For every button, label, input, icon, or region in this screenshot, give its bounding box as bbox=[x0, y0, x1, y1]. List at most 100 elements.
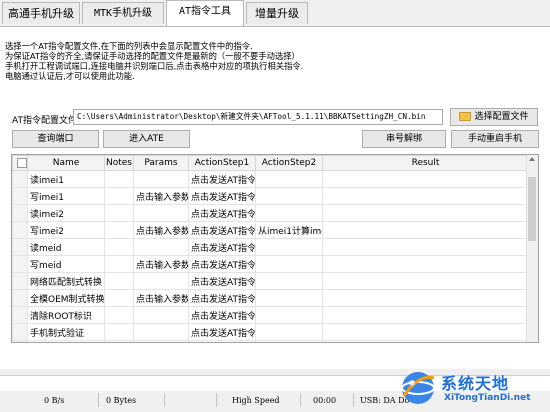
checkbox-icon bbox=[16, 157, 27, 168]
cell-step2[interactable] bbox=[255, 238, 323, 256]
row-checkbox[interactable] bbox=[12, 170, 28, 188]
select-config-label: 选择配置文件 bbox=[474, 112, 529, 122]
tab-incremental-upgrade[interactable]: 增量升级 bbox=[246, 2, 308, 24]
table-scrollbar[interactable] bbox=[526, 155, 538, 342]
cell-result bbox=[322, 323, 529, 341]
cell-step1[interactable]: 点击发送AT指令 bbox=[188, 204, 256, 222]
cell-step1[interactable]: 点击发送AT指令 bbox=[188, 323, 256, 341]
cell-name: 读meid bbox=[27, 238, 105, 256]
column-header-result[interactable]: Result bbox=[322, 155, 529, 171]
cell-step2[interactable]: 从imei1计算imei2 bbox=[255, 221, 323, 239]
table-row[interactable]: 写imei2 点击输入参数点击发送AT指令从imei1计算imei2 bbox=[12, 221, 529, 239]
instruction-line: 手机打开工程调试端口,连接电脑并识别端口后,点击表格中对应的项执行相关指令. bbox=[5, 61, 304, 71]
cell-params[interactable] bbox=[133, 306, 189, 324]
cell-step1[interactable]: 点击发送AT指令 bbox=[188, 289, 256, 307]
select-config-button[interactable]: 选择配置文件 bbox=[450, 108, 538, 126]
tab-mtk-upgrade[interactable]: MTK手机升级 bbox=[82, 2, 164, 24]
cell-result bbox=[322, 272, 529, 290]
transfer-bytes: 0 Bytes bbox=[106, 396, 137, 405]
table-row[interactable]: 读imei2 点击发送AT指令 bbox=[12, 204, 529, 222]
cell-name: 读imei2 bbox=[27, 204, 105, 222]
enter-ate-button[interactable]: 进入ATE bbox=[103, 130, 190, 148]
cell-step2[interactable] bbox=[255, 255, 323, 273]
cell-step1[interactable]: 点击发送AT指令 bbox=[188, 306, 256, 324]
select-all-checkbox[interactable] bbox=[12, 155, 28, 171]
table-row[interactable]: 电信转联通 点击发送AT指令 bbox=[12, 340, 529, 342]
column-header-notes[interactable]: Notes bbox=[104, 155, 134, 171]
cell-step2[interactable] bbox=[255, 289, 323, 307]
row-checkbox[interactable] bbox=[12, 306, 28, 324]
cell-name: 读imei1 bbox=[27, 170, 105, 188]
tab-at-command-tool[interactable]: AT指令工具 bbox=[166, 0, 244, 26]
cell-step1[interactable]: 点击发送AT指令 bbox=[188, 187, 256, 205]
table-row[interactable]: 写imei1 点击输入参数 点击发送AT指令 bbox=[12, 187, 529, 205]
cell-name: 写imei1 bbox=[27, 187, 105, 205]
cell-step2[interactable] bbox=[255, 204, 323, 222]
cell-step1[interactable]: 点击发送AT指令 bbox=[188, 221, 256, 239]
table-row[interactable]: 读meid 点击发送AT指令 bbox=[12, 238, 529, 256]
cell-params[interactable] bbox=[133, 340, 189, 342]
cell-step2[interactable] bbox=[255, 340, 323, 342]
cell-step1[interactable]: 点击发送AT指令 bbox=[188, 255, 256, 273]
status-divider bbox=[98, 393, 99, 407]
table-row[interactable]: 网络匹配制式转换 点击发送AT指令 bbox=[12, 272, 529, 290]
query-port-button[interactable]: 查询端口 bbox=[12, 130, 99, 148]
cell-result bbox=[322, 238, 529, 256]
table-row[interactable]: 写meid 点击输入参数 点击发送AT指令 bbox=[12, 255, 529, 273]
scroll-up-icon[interactable] bbox=[529, 157, 535, 161]
instruction-line: 选择一个AT指令配置文件,在下面的列表中会显示配置文件中的指令. bbox=[5, 41, 253, 51]
cell-step2[interactable] bbox=[255, 272, 323, 290]
serial-unlock-button[interactable]: 串号解绑 bbox=[362, 130, 446, 148]
row-checkbox[interactable] bbox=[12, 289, 28, 307]
row-checkbox[interactable] bbox=[12, 238, 28, 256]
table-row[interactable]: 全模OEM制式转换 点击输入参数 点击发送AT指令 bbox=[12, 289, 529, 307]
cell-params[interactable] bbox=[133, 238, 189, 256]
manual-reboot-button[interactable]: 手动重启手机 bbox=[451, 130, 539, 148]
cell-notes bbox=[104, 323, 134, 341]
globe-logo-icon bbox=[401, 372, 435, 404]
cell-step2[interactable] bbox=[255, 187, 323, 205]
column-header-name[interactable]: Name bbox=[27, 155, 105, 171]
cell-params[interactable] bbox=[133, 323, 189, 341]
column-header-params[interactable]: Params bbox=[133, 155, 189, 171]
column-header-step1[interactable]: ActionStep1 bbox=[188, 155, 256, 171]
cell-params[interactable] bbox=[133, 204, 189, 222]
cell-name: 清除ROOT标识 bbox=[27, 306, 105, 324]
config-path-field[interactable]: C:\Users\Administrator\Desktop\新建文件夹\AFT… bbox=[73, 109, 443, 125]
cell-name: 手机制式验证 bbox=[27, 323, 105, 341]
cell-notes bbox=[104, 272, 134, 290]
cell-step1[interactable]: 点击发送AT指令 bbox=[188, 340, 256, 342]
cell-result bbox=[322, 340, 529, 342]
row-checkbox[interactable] bbox=[12, 272, 28, 290]
cell-params[interactable]: 点击输入参数 bbox=[133, 289, 189, 307]
row-checkbox[interactable] bbox=[12, 323, 28, 341]
cell-params[interactable]: 点击输入参数 bbox=[133, 255, 189, 273]
row-checkbox[interactable] bbox=[12, 221, 28, 239]
watermark-url: XiTongTianDi.net bbox=[444, 393, 531, 403]
cell-params[interactable] bbox=[133, 170, 189, 188]
scrollbar-thumb[interactable] bbox=[528, 177, 536, 241]
row-checkbox[interactable] bbox=[12, 255, 28, 273]
cell-step2[interactable] bbox=[255, 323, 323, 341]
cell-params[interactable] bbox=[133, 272, 189, 290]
row-checkbox[interactable] bbox=[12, 204, 28, 222]
cell-step1[interactable]: 点击发送AT指令 bbox=[188, 238, 256, 256]
cell-step1[interactable]: 点击发送AT指令 bbox=[188, 272, 256, 290]
instructions: 选择一个AT指令配置文件,在下面的列表中会显示配置文件中的指令. 为保证AT指令… bbox=[5, 41, 405, 81]
cell-step1[interactable]: 点击发送AT指令 bbox=[188, 170, 256, 188]
cell-step2[interactable] bbox=[255, 170, 323, 188]
row-checkbox[interactable] bbox=[12, 340, 28, 342]
cell-result bbox=[322, 221, 529, 239]
cell-step2[interactable] bbox=[255, 306, 323, 324]
tab-bar: 高通手机升级 MTK手机升级 AT指令工具 增量升级 bbox=[0, 0, 550, 26]
row-checkbox[interactable] bbox=[12, 187, 28, 205]
cell-result bbox=[322, 289, 529, 307]
cell-params[interactable]: 点击输入参数 bbox=[133, 187, 189, 205]
table-row[interactable]: 清除ROOT标识 点击发送AT指令 bbox=[12, 306, 529, 324]
table-row[interactable]: 手机制式验证点击发送AT指令 bbox=[12, 323, 529, 341]
instruction-line: 电脑通过认证后,才可以使用此功能. bbox=[5, 71, 135, 81]
table-row[interactable]: 读imei1 点击发送AT指令 bbox=[12, 170, 529, 188]
tab-qualcomm-upgrade[interactable]: 高通手机升级 bbox=[2, 2, 80, 24]
column-header-step2[interactable]: ActionStep2 bbox=[255, 155, 323, 171]
cell-params[interactable]: 点击输入参数 bbox=[133, 221, 189, 239]
